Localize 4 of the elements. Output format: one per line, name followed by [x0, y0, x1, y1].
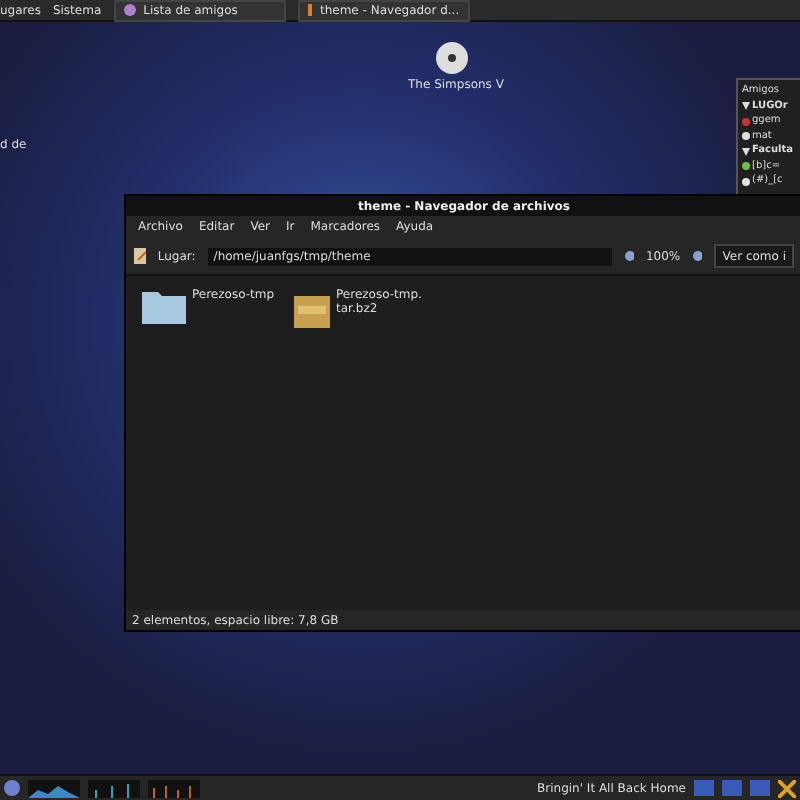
pencil-icon[interactable] — [134, 248, 146, 264]
disc-icon — [436, 42, 468, 74]
expander-icon[interactable] — [742, 147, 750, 156]
expander-icon[interactable] — [742, 102, 750, 111]
